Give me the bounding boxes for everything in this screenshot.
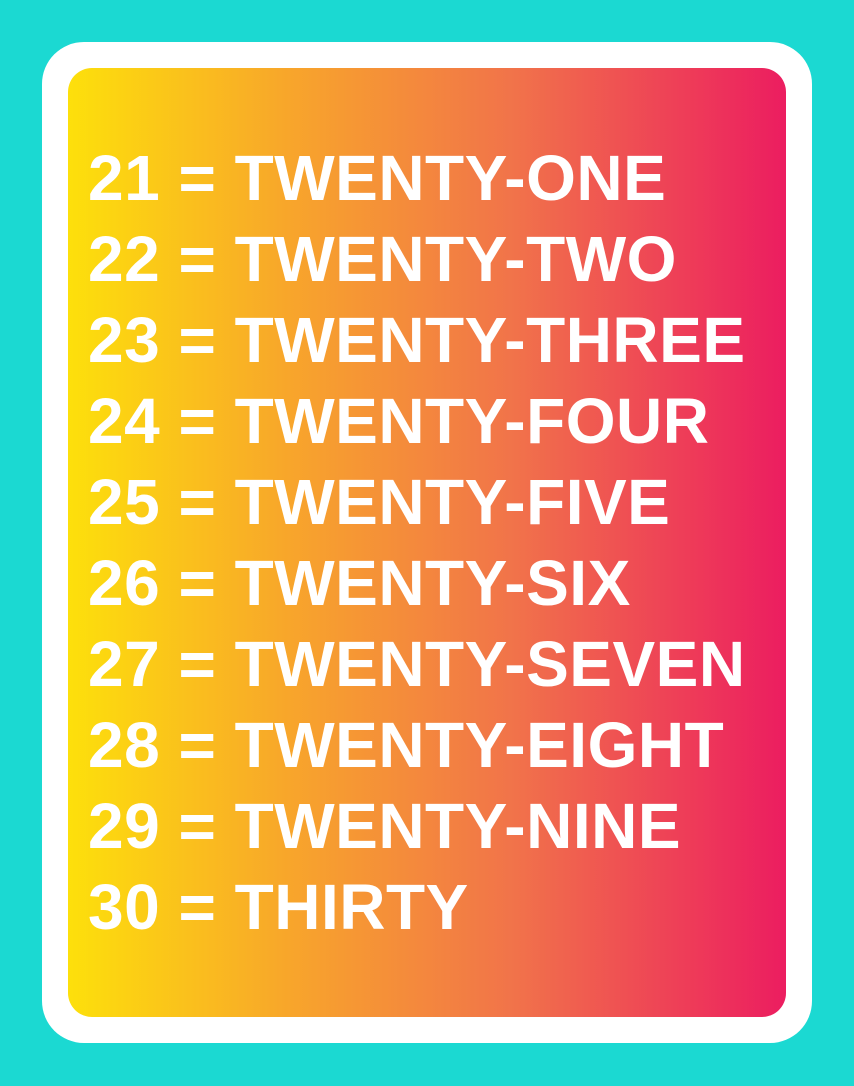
number-row-27: 27 = TWENTY-SEVEN — [88, 628, 746, 700]
number-row-22: 22 = TWENTY-TWO — [88, 223, 677, 295]
number-row-30: 30 = THIRTY — [88, 871, 469, 943]
number-row-25: 25 = TWENTY-FIVE — [88, 466, 671, 538]
number-row-29: 29 = TWENTY-NINE — [88, 790, 681, 862]
number-row-21: 21 = TWENTY-ONE — [88, 142, 667, 214]
number-row-26: 26 = TWENTY-SIX — [88, 547, 631, 619]
number-word-list: 21 = TWENTY-ONE 22 = TWENTY-TWO 23 = TWE… — [88, 138, 746, 948]
number-row-28: 28 = TWENTY-EIGHT — [88, 709, 725, 781]
number-row-24: 24 = TWENTY-FOUR — [88, 385, 710, 457]
number-row-23: 23 = TWENTY-THREE — [88, 304, 746, 376]
number-card: 21 = TWENTY-ONE 22 = TWENTY-TWO 23 = TWE… — [68, 68, 786, 1017]
